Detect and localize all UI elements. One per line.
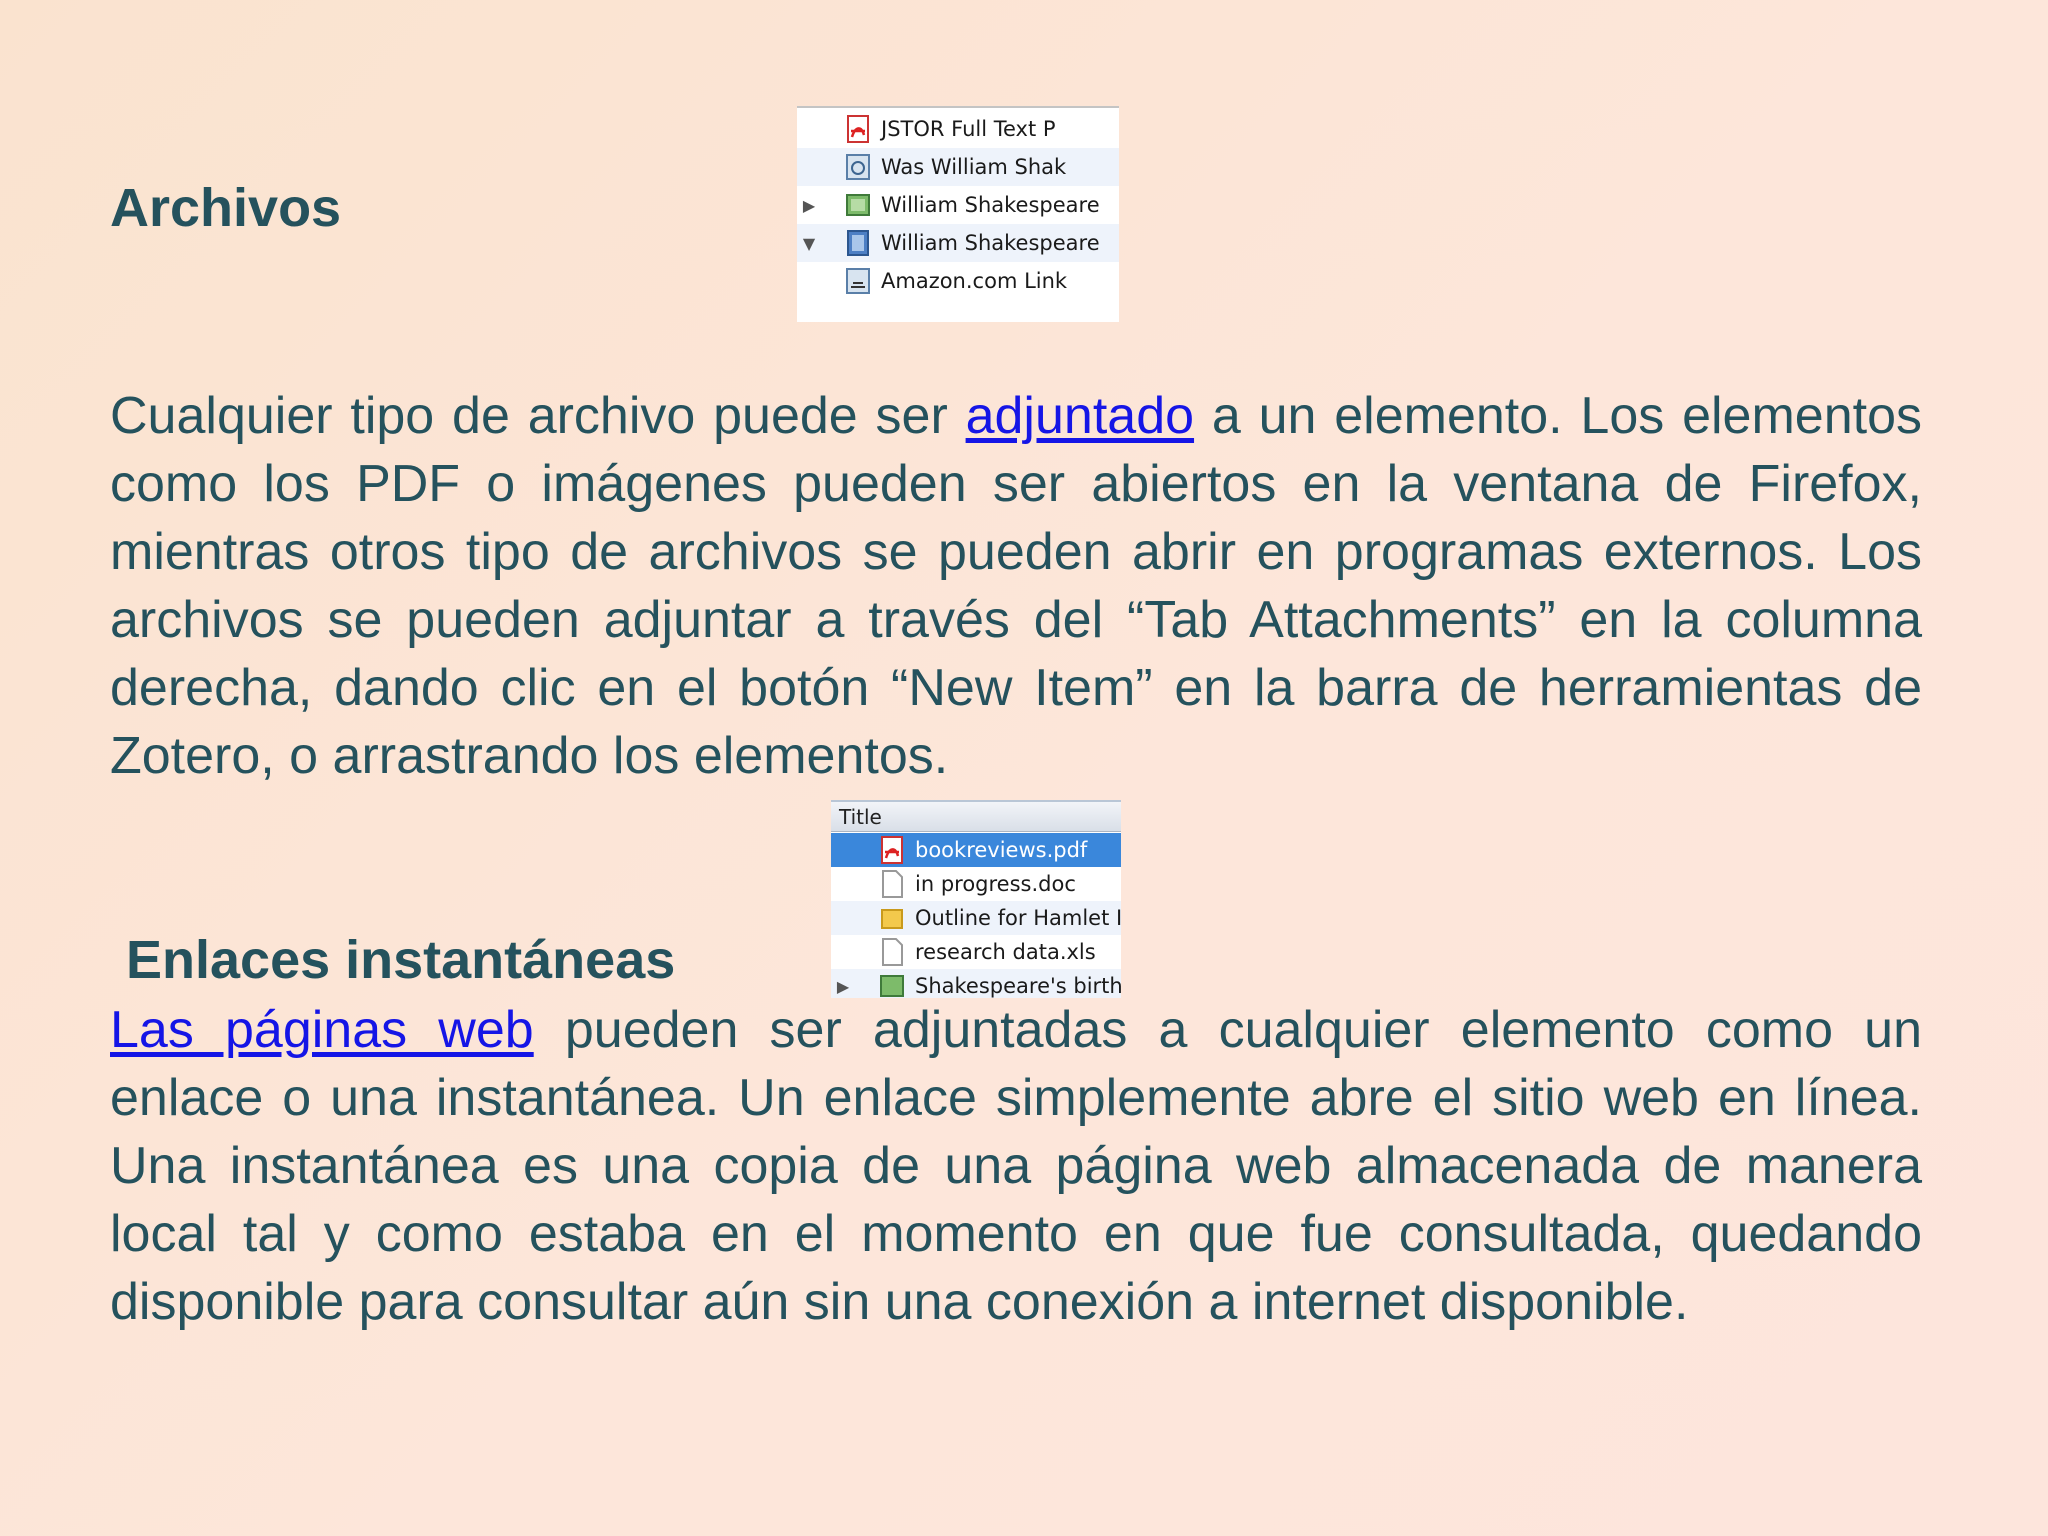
files-row-4: research data.xls: [831, 935, 1121, 969]
archivos-text-before: Cualquier tipo de archivo puede ser: [110, 387, 966, 445]
items-row-5: Amazon.com Link: [797, 262, 1119, 300]
archivos-paragraph: Cualquier tipo de archivo puede ser adju…: [110, 382, 1922, 790]
folder-note-icon: [879, 904, 905, 932]
heading-enlaces: Enlaces instantáneas: [126, 930, 676, 990]
files-row-5: ▶ Shakespeare's birth: [831, 969, 1121, 998]
files-row-1: bookreviews.pdf: [831, 833, 1121, 867]
items-row-1: JSTOR Full Text P: [797, 110, 1119, 148]
web-snapshot-icon: [845, 153, 871, 181]
files-row-label: Outline for Hamlet I: [915, 906, 1121, 930]
title-column-header: Title: [831, 802, 1121, 832]
files-row-2: in progress.doc: [831, 867, 1121, 901]
pdf-icon: [879, 836, 905, 864]
items-row-label: William Shakespeare: [881, 193, 1100, 217]
enlaces-paragraph: Las páginas web pueden ser adjuntadas a …: [110, 996, 1922, 1336]
document-icon: [879, 870, 905, 898]
image-item-icon: [845, 191, 871, 219]
pdf-icon: [845, 115, 871, 143]
files-row-label: Shakespeare's birth: [915, 974, 1121, 998]
files-row-label: research data.xls: [915, 940, 1096, 964]
items-row-label: JSTOR Full Text P: [881, 117, 1056, 141]
items-row-label: William Shakespeare: [881, 231, 1100, 255]
book-icon: [845, 229, 871, 257]
items-row-label: Amazon.com Link: [881, 269, 1068, 293]
files-row-label: bookreviews.pdf: [915, 838, 1088, 862]
adjuntado-link[interactable]: adjuntado: [966, 387, 1194, 445]
document-icon: [879, 938, 905, 966]
archivos-text-after: a un elemento. Los elementos como los PD…: [110, 387, 1922, 785]
heading-archivos: Archivos: [110, 178, 342, 238]
items-row-2: Was William Shak: [797, 148, 1119, 186]
zotero-files-screenshot: Title bookreviews.pdf in progress.doc Ou…: [831, 800, 1121, 998]
zotero-items-screenshot: JSTOR Full Text P Was William Shak ▶ Wil…: [797, 106, 1119, 322]
files-row-3: Outline for Hamlet I: [831, 901, 1121, 935]
paginas-web-link[interactable]: Las páginas web: [110, 1001, 534, 1059]
collapsed-triangle-icon: ▶: [802, 195, 816, 215]
expanded-triangle-icon: ▼: [802, 233, 816, 253]
collapsed-triangle-icon: ▶: [836, 976, 850, 996]
items-row-3: ▶ William Shakespeare: [797, 186, 1119, 224]
image-item-icon: [879, 972, 905, 998]
items-row-label: Was William Shak: [881, 155, 1067, 179]
items-row-4: ▼ William Shakespeare: [797, 224, 1119, 262]
web-link-icon: [845, 267, 871, 295]
files-row-label: in progress.doc: [915, 872, 1076, 896]
